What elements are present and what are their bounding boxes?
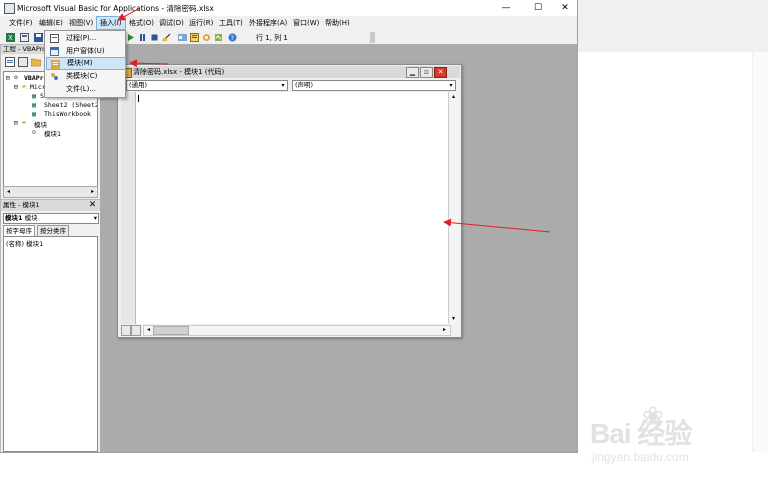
- annotation-arrows: [117, 7, 551, 233]
- arrow-to-code-editor: [443, 218, 551, 233]
- arrow-to-module-item: [129, 59, 169, 68]
- arrow-to-insert-menu: [117, 7, 141, 21]
